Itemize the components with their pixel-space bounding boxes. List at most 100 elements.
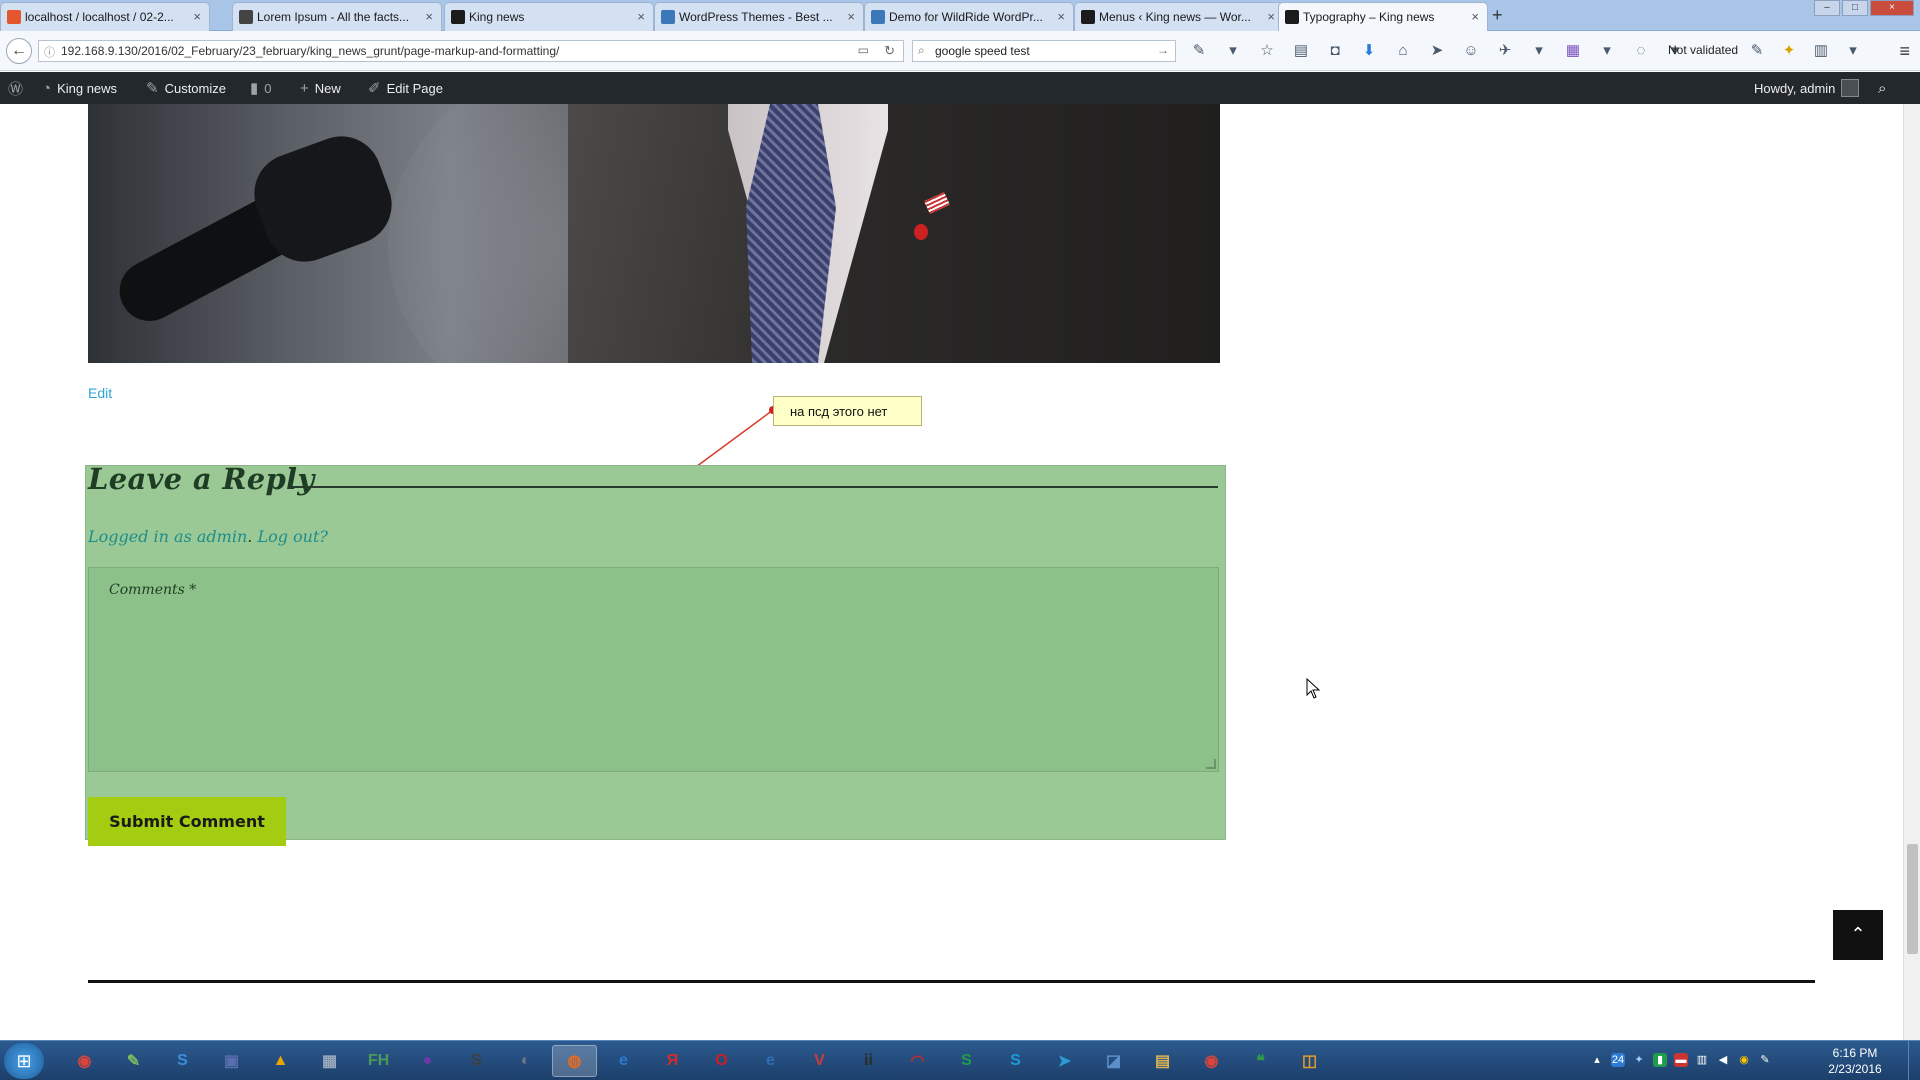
maximize-button[interactable]: □ xyxy=(1842,0,1868,16)
ii-taskbar-icon[interactable]: ii xyxy=(846,1045,891,1077)
download-icon[interactable]: ⬇ xyxy=(1358,41,1380,61)
tray-green-icon[interactable]: ▮ xyxy=(1653,1053,1667,1067)
extension-badge-icon[interactable]: ✦ xyxy=(1778,41,1800,61)
search-go-icon[interactable]: → xyxy=(1157,43,1169,57)
logout-link[interactable]: Log out? xyxy=(257,527,328,546)
aimp-taskbar-icon[interactable]: ▲ xyxy=(258,1045,303,1077)
notepadpp-taskbar-icon[interactable]: ✎ xyxy=(111,1045,156,1077)
edit-addon-icon[interactable]: ✎ xyxy=(1188,41,1210,61)
chat-icon[interactable]: ☺ xyxy=(1460,41,1482,61)
tray-update-icon[interactable]: 24 xyxy=(1611,1053,1625,1067)
chrome2-taskbar-icon[interactable]: ◉ xyxy=(1189,1045,1234,1077)
send-icon[interactable]: ➤ xyxy=(1426,41,1448,61)
browser-tab[interactable]: Menus ‹ King news — Wor... × xyxy=(1074,2,1284,31)
clipboard-icon[interactable]: ▥ xyxy=(1810,41,1832,61)
browser-tab[interactable]: Lorem Ipsum - All the facts... × xyxy=(232,2,442,31)
browser-tab[interactable]: Demo for WildRide WordPr... × xyxy=(864,2,1074,31)
media-taskbar-icon[interactable]: ● xyxy=(405,1045,450,1077)
back-button[interactable]: ← xyxy=(6,38,32,64)
edit-post-link[interactable]: Edit xyxy=(88,385,112,401)
wordpress-logo[interactable]: Ⓦ xyxy=(8,72,23,104)
comment-textarea[interactable]: Comments * xyxy=(88,567,1219,772)
edge-taskbar-icon[interactable]: e xyxy=(748,1045,793,1077)
dropdown-icon-3[interactable]: ▾ xyxy=(1596,41,1618,61)
new-tab-button[interactable]: + xyxy=(1492,5,1503,26)
tray-dropbox-icon[interactable]: ✦ xyxy=(1632,1053,1646,1067)
yandex-taskbar-icon[interactable]: Я xyxy=(650,1045,695,1077)
skype-taskbar-icon[interactable]: S xyxy=(993,1045,1038,1077)
bookmark-star-icon[interactable]: ☆ xyxy=(1256,41,1278,61)
home-icon[interactable]: ⌂ xyxy=(1392,41,1414,61)
tray-arrow-icon[interactable]: ▴ xyxy=(1590,1053,1604,1067)
tab-close-icon[interactable]: × xyxy=(1267,9,1275,24)
search-input[interactable]: google speed test xyxy=(935,44,1030,58)
edit-page-link[interactable]: ✐ Edit Page xyxy=(368,72,443,104)
ie-taskbar-icon[interactable]: e xyxy=(601,1045,646,1077)
admin-search[interactable]: ⌕ xyxy=(1878,72,1886,104)
validator-status[interactable]: Not validated xyxy=(1668,43,1738,57)
spy-taskbar-icon[interactable]: ◐ xyxy=(503,1045,548,1077)
skype-s-taskbar-icon[interactable]: S xyxy=(160,1045,205,1077)
browser-tab[interactable]: King news × xyxy=(444,2,654,31)
taskbar-clock[interactable]: 6:16 PM 2/23/2016 xyxy=(1820,1045,1890,1077)
my-account-link[interactable]: Howdy, admin xyxy=(1754,72,1860,104)
page-scrollbar[interactable] xyxy=(1903,104,1920,1040)
close-window-button[interactable]: × xyxy=(1870,0,1914,16)
reader-view-icon[interactable]: ▭ xyxy=(858,43,869,57)
vivaldi-taskbar-icon[interactable]: V xyxy=(797,1045,842,1077)
chrome-taskbar-icon[interactable]: ◉ xyxy=(62,1045,107,1077)
filehippo-taskbar-icon[interactable]: FH xyxy=(356,1045,401,1077)
start-button[interactable]: ⊞ xyxy=(4,1043,44,1079)
anydesk-taskbar-icon[interactable]: ◠ xyxy=(895,1045,940,1077)
hangouts-taskbar-icon[interactable]: ❝ xyxy=(1238,1045,1283,1077)
pencil-taskbar-icon[interactable]: ◪ xyxy=(1091,1045,1136,1077)
submit-comment-button[interactable]: Submit Comment xyxy=(88,797,286,846)
logged-in-link[interactable]: Logged in as admin xyxy=(88,527,247,546)
dropdown-icon-5[interactable]: ▾ xyxy=(1842,41,1864,61)
tab-close-icon[interactable]: × xyxy=(847,9,855,24)
rocket-icon[interactable]: ✈ xyxy=(1494,41,1516,61)
tray-pen-icon[interactable]: ✎ xyxy=(1758,1053,1772,1067)
back-to-top-button[interactable]: ⌃ xyxy=(1833,910,1883,960)
apps-grid-icon[interactable]: ▦ xyxy=(1562,41,1584,61)
tray-network-icon[interactable]: ▥ xyxy=(1695,1053,1709,1067)
browser-tab[interactable]: WordPress Themes - Best ... × xyxy=(654,2,864,31)
tab-close-icon[interactable]: × xyxy=(193,9,201,24)
minimize-button[interactable]: – xyxy=(1814,0,1840,16)
firefox-taskbar-icon[interactable]: ◍ xyxy=(552,1045,597,1077)
menu-icon[interactable]: ≡ xyxy=(1899,41,1910,62)
notes-icon[interactable]: ✎ xyxy=(1746,41,1768,61)
tray-power-icon[interactable]: ◉ xyxy=(1737,1053,1751,1067)
new-content-link[interactable]: + New xyxy=(300,72,341,104)
resize-handle[interactable] xyxy=(1206,759,1216,769)
browser-tab[interactable]: Typography – King news × xyxy=(1278,2,1488,31)
browser-tab[interactable]: localhost / localhost / 02-2... × xyxy=(0,2,210,31)
tab-close-icon[interactable]: × xyxy=(425,9,433,24)
tab-close-icon[interactable]: × xyxy=(637,9,645,24)
tray-flag-icon[interactable]: ▬ xyxy=(1674,1053,1688,1067)
reload-icon[interactable]: ↻ xyxy=(884,43,895,59)
calculator-taskbar-icon[interactable]: ▦ xyxy=(307,1045,352,1077)
comments-link[interactable]: ▮ 0 xyxy=(250,72,272,104)
address-bar[interactable]: ⓘ 192.168.9.130/2016/02_February/23_febr… xyxy=(38,40,904,62)
tray-volume-icon[interactable]: ◀ xyxy=(1716,1053,1730,1067)
search-bar[interactable]: ⌕ google speed test → xyxy=(912,40,1176,62)
show-desktop-button[interactable] xyxy=(1908,1041,1920,1080)
dropdown-icon-2[interactable]: ▾ xyxy=(1528,41,1550,61)
s-green-taskbar-icon[interactable]: S xyxy=(944,1045,989,1077)
site-name-link[interactable]: ◔ King news xyxy=(42,72,117,104)
site-info-icon[interactable]: ⓘ xyxy=(44,44,55,60)
customize-link[interactable]: ✎ Customize xyxy=(146,72,226,104)
sublime-taskbar-icon[interactable]: S xyxy=(454,1045,499,1077)
tab-close-icon[interactable]: × xyxy=(1471,9,1479,24)
bookmarks-list-icon[interactable]: ▤ xyxy=(1290,41,1312,61)
scrollbar-thumb[interactable] xyxy=(1907,844,1918,954)
dropdown-icon[interactable]: ▾ xyxy=(1222,41,1244,61)
pocket-icon[interactable]: ◘ xyxy=(1324,41,1346,61)
circle-icon[interactable]: ◌ xyxy=(1630,41,1652,61)
opera-taskbar-icon[interactable]: O xyxy=(699,1045,744,1077)
folder-taskbar-icon[interactable]: ◫ xyxy=(1287,1045,1332,1077)
tab-close-icon[interactable]: × xyxy=(1057,9,1065,24)
telegram-taskbar-icon[interactable]: ➤ xyxy=(1042,1045,1087,1077)
explorer-taskbar-icon[interactable]: ▤ xyxy=(1140,1045,1185,1077)
